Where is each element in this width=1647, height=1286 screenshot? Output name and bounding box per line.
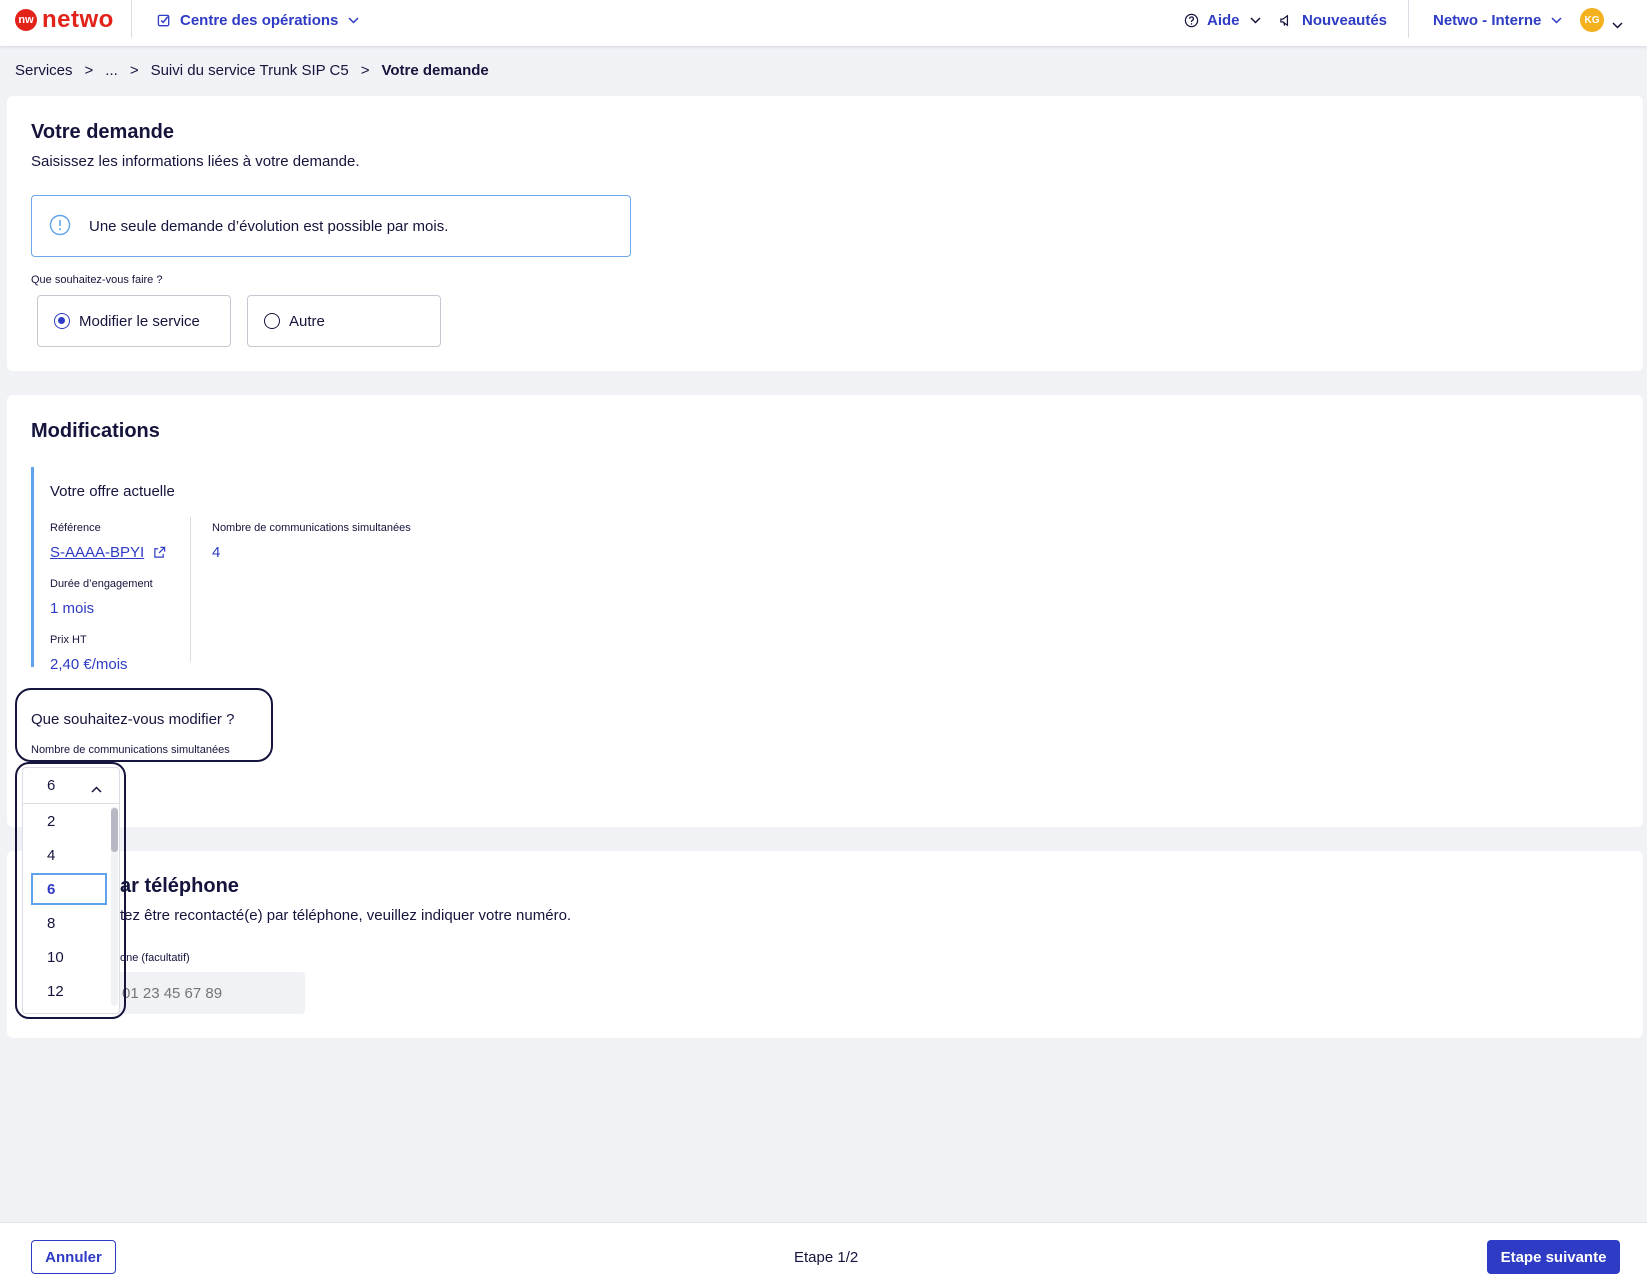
modifications-title: Modifications [31, 420, 160, 442]
current-offer: Votre offre actuelle Référence S-AAAA-BP… [31, 467, 431, 673]
nav-operations-center[interactable]: Centre des opérations [156, 0, 359, 40]
modifications-card: Modifications Votre offre actuelle Référ… [7, 395, 1643, 827]
breadcrumb-services[interactable]: Services [15, 62, 73, 79]
duration-label: Durée d’engagement [50, 578, 153, 590]
help-icon [1183, 12, 1199, 28]
info-banner: Une seule demande d’évolution est possib… [31, 195, 631, 257]
phone-input[interactable] [97, 972, 305, 1014]
phone-field-label: one (facultatif) [120, 952, 190, 964]
radio-other-label: Autre [289, 312, 325, 330]
nav-news[interactable]: Nouveautés [1278, 0, 1387, 40]
phone-card: ar téléphone tez être recontacté(e) par … [7, 851, 1643, 1038]
step-indicator: Etape 1/2 [794, 1249, 859, 1266]
netwo-logo[interactable]: nw netwo [15, 6, 114, 33]
reference-link[interactable]: S-AAAA-BPYI [50, 544, 144, 561]
nav-divider [1408, 0, 1409, 38]
action-question-label: Que souhaitez-vous faire ? [31, 274, 163, 286]
nav-help[interactable]: Aide [1183, 0, 1261, 40]
nav-operations-label: Centre des opérations [180, 11, 339, 29]
nav-help-label: Aide [1207, 11, 1240, 29]
info-icon [49, 214, 71, 241]
footer-bar: Annuler Etape 1/2 Etape suivante [0, 1222, 1647, 1286]
breadcrumb-service-tracking[interactable]: Suivi du service Trunk SIP C5 [151, 62, 349, 79]
breadcrumb-ellipsis[interactable]: ... [105, 62, 118, 79]
logo-text: netwo [42, 6, 114, 33]
breadcrumb-separator: > [360, 62, 370, 79]
cancel-button[interactable]: Annuler [31, 1240, 116, 1274]
current-offer-title: Votre offre actuelle [50, 483, 175, 500]
request-card: Votre demande Saisissez les informations… [7, 96, 1643, 371]
chevron-down-icon[interactable] [1612, 16, 1623, 34]
price-value: 2,40 €/mois [50, 656, 128, 673]
info-text: Une seule demande d’évolution est possib… [89, 218, 449, 235]
chevron-down-icon [1551, 16, 1562, 24]
radio-modify-label: Modifier le service [79, 312, 200, 330]
price-label: Prix HT [50, 634, 87, 646]
nav-account-switcher[interactable]: Netwo - Interne [1433, 0, 1562, 40]
nav-news-label: Nouveautés [1302, 11, 1388, 29]
dropdown-highlight [15, 762, 126, 1019]
radio-modify-service[interactable]: Modifier le service [37, 295, 231, 347]
sim-calls-label: Nombre de communications simultanées [212, 522, 411, 534]
breadcrumb: Services > ... > Suivi du service Trunk … [15, 62, 489, 79]
chevron-down-icon [348, 16, 359, 24]
breadcrumb-separator: > [84, 62, 94, 79]
checklist-icon [156, 12, 172, 28]
chevron-down-icon [1249, 16, 1261, 24]
logo-mark: nw [15, 9, 37, 31]
next-step-button[interactable]: Etape suivante [1487, 1240, 1620, 1274]
avatar[interactable]: KG [1580, 8, 1604, 32]
phone-subtitle: tez être recontacté(e) par téléphone, ve… [120, 907, 572, 924]
question-highlight [15, 688, 273, 762]
offer-divider [190, 517, 191, 662]
request-title: Votre demande [31, 121, 174, 143]
external-link-icon[interactable] [153, 546, 166, 564]
sim-calls-value: 4 [212, 544, 221, 561]
radio-unchecked-icon[interactable] [264, 313, 280, 329]
nav-divider [131, 0, 132, 38]
breadcrumb-separator: > [129, 62, 139, 79]
breadcrumb-current: Votre demande [381, 62, 489, 79]
top-navigation: nw netwo Centre des opérations Aide Nouv… [0, 0, 1647, 46]
account-name: Netwo - Interne [1433, 11, 1542, 29]
megaphone-icon [1278, 12, 1294, 28]
duration-value: 1 mois [50, 600, 95, 617]
reference-label: Référence [50, 522, 101, 534]
phone-title: ar téléphone [120, 875, 239, 897]
request-subtitle: Saisissez les informations liées à votre… [31, 153, 360, 170]
radio-other[interactable]: Autre [247, 295, 441, 347]
radio-checked-icon[interactable] [54, 313, 70, 329]
